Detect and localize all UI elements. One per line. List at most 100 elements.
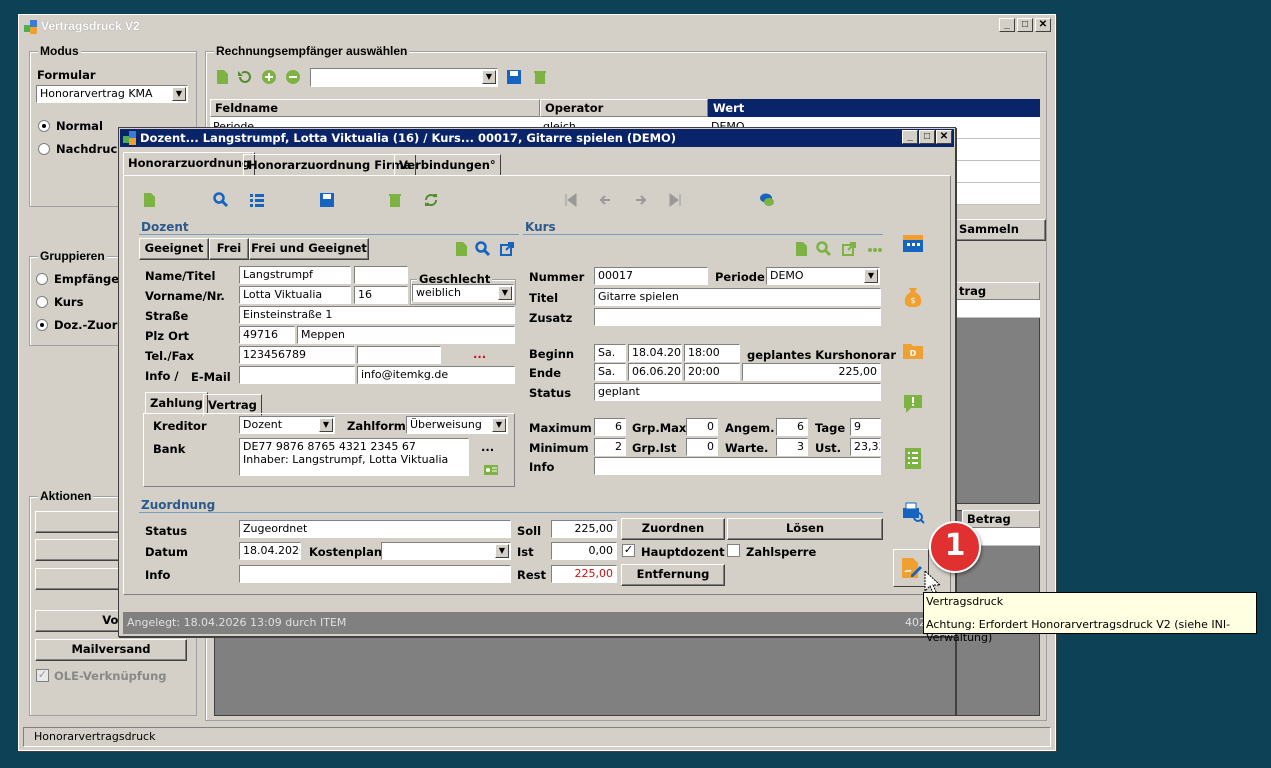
tab-honorarzuordnung[interactable]: Honorarzuordnung	[123, 152, 256, 176]
folder-d-icon[interactable]: D	[901, 338, 925, 362]
plz-field[interactable]: 49716	[239, 326, 295, 344]
radio-kurs[interactable]	[36, 296, 48, 308]
radio-dozzuordn[interactable]	[36, 319, 48, 331]
loesen-button[interactable]: Lösen	[727, 518, 883, 540]
open-external-icon[interactable]	[841, 241, 857, 257]
beginn-datum-field[interactable]: 18.04.20	[628, 344, 682, 362]
email-field[interactable]: info@itemkg.de	[357, 366, 515, 384]
next-record-icon[interactable]	[633, 192, 649, 208]
z-status-field[interactable]: Zugeordnet	[239, 520, 511, 538]
grpmax-field[interactable]: 0	[686, 418, 718, 436]
kreditor-select[interactable]: Dozent ▼	[239, 416, 335, 434]
radio-empfaenger[interactable]	[36, 273, 48, 285]
minimize-button[interactable]: _	[902, 130, 918, 144]
ort-field[interactable]: Meppen	[297, 326, 515, 344]
money-bag-icon[interactable]: $	[901, 284, 925, 308]
tab-zahlung[interactable]: Zahlung	[145, 392, 208, 414]
kostenplan-select[interactable]: ▼	[381, 542, 511, 560]
beginn-zeit-field[interactable]: 18:00	[684, 344, 740, 362]
frei-button[interactable]: Frei	[209, 238, 249, 260]
tab-honorarzuordnung-firma[interactable]: Honorarzuordnung Firma	[243, 154, 417, 176]
kurs-info-field[interactable]	[594, 457, 881, 475]
open-external-icon[interactable]	[499, 241, 515, 257]
more-icon[interactable]	[867, 241, 883, 257]
close-button[interactable]: ✕	[936, 130, 952, 144]
ist-field[interactable]: 0,00	[551, 542, 617, 560]
save-icon[interactable]	[319, 192, 335, 208]
maximize-button[interactable]: □	[919, 130, 935, 144]
angem-field[interactable]: 6	[776, 418, 808, 436]
warte-field[interactable]: 3	[776, 438, 808, 456]
undo-icon[interactable]	[236, 69, 252, 85]
new-document-icon[interactable]	[141, 192, 157, 208]
titel-field[interactable]: Gitarre spielen	[594, 288, 881, 306]
maximize-button[interactable]: □	[1017, 18, 1033, 32]
refresh-icon[interactable]	[423, 192, 439, 208]
sammeln-button[interactable]: Sammeln	[954, 219, 1046, 241]
status-field[interactable]: geplant	[594, 383, 881, 401]
hauptdozent-checkbox[interactable]: ✓	[622, 544, 635, 557]
col-betrag-2[interactable]: Betrag	[962, 510, 1040, 528]
search-icon[interactable]	[213, 192, 229, 208]
bank-field[interactable]: DE77 9876 8765 4321 2345 67 Inhaber: Lan…	[239, 438, 469, 476]
strasse-field[interactable]: Einsteinstraße 1	[239, 306, 515, 324]
col-operator[interactable]: Operator	[540, 99, 708, 117]
minimize-button[interactable]: _	[999, 18, 1015, 32]
more-dots[interactable]: ...	[473, 347, 486, 361]
grpist-field[interactable]: 0	[686, 438, 718, 456]
geschlecht-select[interactable]: weiblich ▼	[412, 284, 514, 302]
maximum-field[interactable]: 6	[594, 418, 626, 436]
zahlsperre-checkbox[interactable]	[727, 544, 740, 557]
soll-field[interactable]: 225,00	[551, 520, 617, 538]
add-icon[interactable]	[261, 69, 277, 85]
nr-field[interactable]: 16	[354, 286, 408, 304]
new-document-icon[interactable]	[453, 241, 469, 257]
periode-select[interactable]: DEMO ▼	[766, 267, 880, 285]
vorname-field[interactable]: Lotta Viktualia	[239, 286, 351, 304]
frei-geeignet-button[interactable]: Frei und Geeignet	[249, 238, 369, 260]
nummer-field[interactable]: 00017	[594, 267, 708, 285]
remove-icon[interactable]	[285, 69, 301, 85]
name-field[interactable]: Langstrumpf	[239, 266, 351, 284]
tel-field[interactable]: 123456789	[239, 346, 355, 364]
ole-checkbox[interactable]: ✓	[36, 669, 49, 682]
list-icon[interactable]	[249, 192, 265, 208]
col-feldname[interactable]: Feldname	[210, 99, 540, 117]
honorar-field[interactable]: 225,00	[742, 363, 881, 381]
calendar-icon[interactable]	[901, 230, 925, 254]
search-icon[interactable]	[816, 241, 832, 257]
prev-record-icon[interactable]	[597, 192, 613, 208]
ust-field[interactable]: 23,33	[850, 438, 881, 456]
id-card-icon[interactable]	[483, 462, 499, 478]
fax-field[interactable]	[357, 346, 441, 364]
filter-select[interactable]: ▼	[310, 68, 498, 87]
col-betrag-1[interactable]: trag	[956, 282, 1040, 300]
bank-more-dots[interactable]: ...	[481, 440, 494, 454]
last-record-icon[interactable]	[667, 192, 683, 208]
first-record-icon[interactable]	[563, 192, 579, 208]
zusatz-field[interactable]	[594, 308, 881, 326]
zahlform-select[interactable]: Überweisung ▼	[406, 416, 508, 434]
new-document-icon[interactable]	[793, 241, 809, 257]
formular-select[interactable]: Honorarvertrag KMA ▼	[36, 85, 188, 103]
radio-nachdruck[interactable]	[38, 143, 50, 155]
save-icon[interactable]	[506, 69, 522, 85]
ende-tag-field[interactable]: Sa.	[594, 363, 626, 381]
tab-verbindungen[interactable]: Verbindungen°	[394, 154, 501, 176]
z-info-field[interactable]	[239, 565, 511, 583]
beginn-tag-field[interactable]: Sa.	[594, 344, 626, 362]
ende-zeit-field[interactable]: 20:00	[684, 363, 740, 381]
titel-field[interactable]	[354, 266, 408, 284]
chevron-down-icon[interactable]: ▼	[172, 87, 186, 101]
col-wert[interactable]: Wert	[708, 99, 1040, 117]
geeignet-button[interactable]: Geeignet	[139, 238, 209, 260]
print-preview-icon[interactable]	[901, 500, 925, 524]
trash-icon[interactable]	[387, 192, 403, 208]
checklist-icon[interactable]	[901, 446, 925, 470]
zuordnen-button[interactable]: Zuordnen	[621, 518, 725, 540]
close-button[interactable]: ✕	[1035, 18, 1051, 32]
minimum-field[interactable]: 2	[594, 438, 626, 456]
datum-field[interactable]: 18.04.2026	[239, 542, 301, 560]
alert-message-icon[interactable]	[901, 392, 925, 416]
radio-normal[interactable]	[38, 120, 50, 132]
